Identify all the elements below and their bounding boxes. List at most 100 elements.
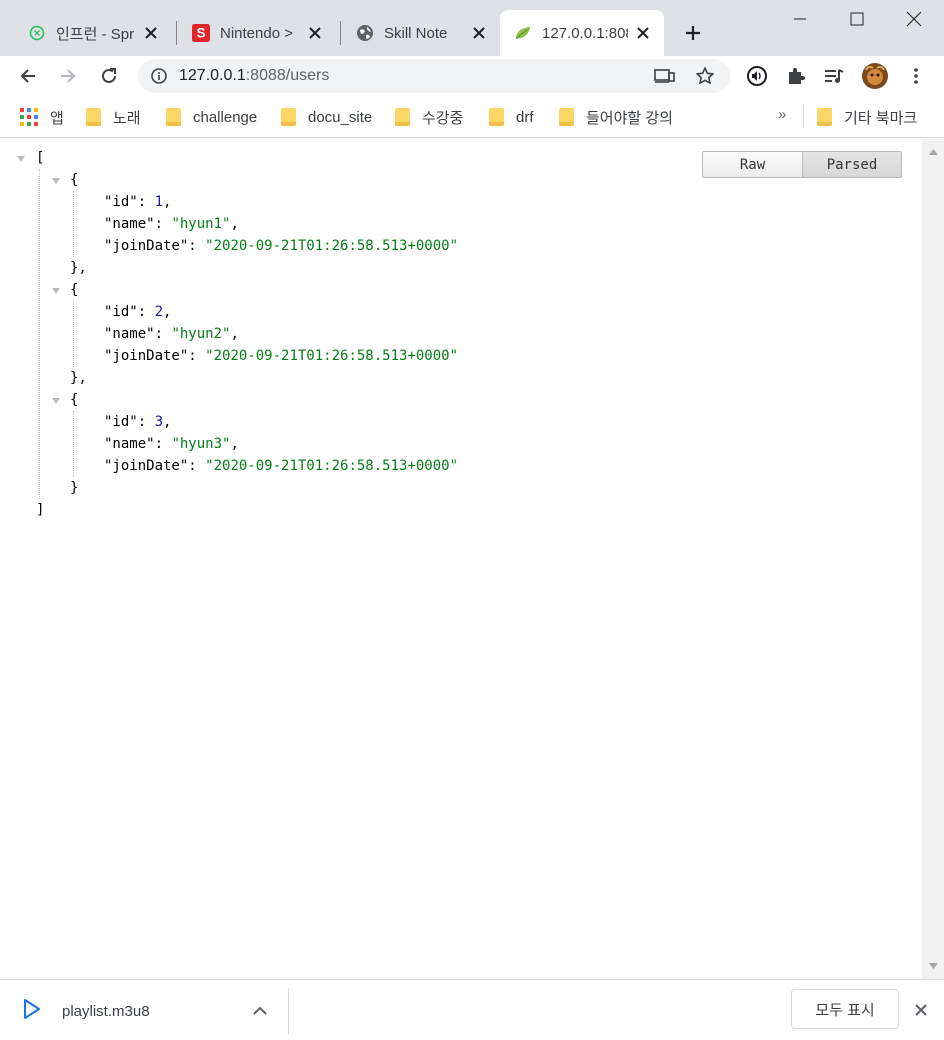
bookmark-other-bookmarks[interactable]: 기타 북마크 <box>817 106 917 128</box>
json-string: "2020-09-21T01:26:58.513+0000" <box>205 458 459 474</box>
collapse-array-icon[interactable] <box>16 154 26 164</box>
json-entry-id: "id": 3, <box>104 414 172 430</box>
url-path: :8088/users <box>245 67 330 84</box>
object-open: { <box>70 172 79 188</box>
navigation-toolbar: 127.0.0.1:8088/users <box>0 56 944 96</box>
folder-icon <box>166 108 181 126</box>
s-logo-icon: S <box>192 24 210 42</box>
tab-title: 인프런 - Spr <box>56 25 135 43</box>
reload-button[interactable] <box>94 61 124 91</box>
tab-title: 127.0.0.1:8088/users <box>542 24 628 42</box>
menu-kebab-icon[interactable] <box>901 61 931 91</box>
view-toggle: Raw Parsed <box>702 151 902 178</box>
json-string: "2020-09-21T01:26:58.513+0000" <box>205 238 459 254</box>
tab-localhost-users[interactable]: 127.0.0.1:8088/users <box>500 10 664 56</box>
url-host: 127.0.0.1 <box>179 67 246 84</box>
json-key: "joinDate" <box>104 348 189 364</box>
indent-guide <box>73 301 74 367</box>
json-entry-joindate: "joinDate": "2020-09-21T01:26:58.513+000… <box>104 348 459 364</box>
tab-separator <box>340 21 341 45</box>
forward-button[interactable] <box>53 61 83 91</box>
json-entry-id: "id": 1, <box>104 194 172 210</box>
indent-guide <box>73 411 74 477</box>
maximize-button[interactable] <box>833 0 881 38</box>
json-key: "name" <box>104 436 155 452</box>
download-bar: playlist.m3u8 모두 표시 <box>0 979 944 1040</box>
json-key: "joinDate" <box>104 238 189 254</box>
media-queue-icon[interactable] <box>819 61 849 91</box>
collapse-object-icon[interactable] <box>51 396 61 406</box>
bookmark-folder-challenge[interactable]: challenge <box>166 106 257 128</box>
bookmark-folder-docu-site[interactable]: docu_site <box>281 106 372 128</box>
play-file-icon <box>22 998 44 1020</box>
json-key: "name" <box>104 216 155 232</box>
raw-button[interactable]: Raw <box>702 151 802 178</box>
json-string: "hyun1" <box>171 216 231 232</box>
close-tab-icon[interactable] <box>470 24 488 42</box>
scroll-up-arrow-icon[interactable] <box>922 143 944 161</box>
close-download-bar-icon[interactable] <box>910 999 932 1021</box>
profile-avatar[interactable] <box>860 61 890 91</box>
folder-icon <box>559 108 574 126</box>
bookmark-label: 노래 <box>113 109 141 127</box>
bookmark-label: docu_site <box>308 108 373 126</box>
folder-icon <box>817 108 832 126</box>
indent-guide <box>39 169 40 499</box>
close-window-button[interactable] <box>890 0 938 38</box>
apps-grid-icon <box>20 108 38 126</box>
folder-icon <box>395 108 410 126</box>
svg-text:S: S <box>196 26 205 41</box>
extensions-puzzle-icon[interactable] <box>781 61 811 91</box>
url-text[interactable]: 127.0.0.1:8088/users <box>179 67 329 85</box>
json-entry-joindate: "joinDate": "2020-09-21T01:26:58.513+000… <box>104 238 459 254</box>
bookmark-folder-들어야할-강의[interactable]: 들어야할 강의 <box>559 106 673 128</box>
globe-icon <box>356 24 374 42</box>
tab-skill-note[interactable]: Skill Note <box>342 10 500 56</box>
address-bar[interactable]: 127.0.0.1:8088/users <box>138 59 730 93</box>
bookmarks-overflow-button[interactable]: » <box>778 106 786 123</box>
vertical-scrollbar[interactable] <box>922 139 944 979</box>
media-extension-icon[interactable] <box>742 61 772 91</box>
json-number: 3 <box>154 414 164 430</box>
close-tab-icon[interactable] <box>634 24 652 42</box>
inflearn-icon <box>28 24 46 42</box>
close-tab-icon[interactable] <box>142 24 160 42</box>
tab-nintendo[interactable]: S Nintendo > <box>178 10 336 56</box>
collapse-object-icon[interactable] <box>51 286 61 296</box>
bookmark-label: 들어야할 강의 <box>586 109 673 127</box>
scroll-down-arrow-icon[interactable] <box>922 957 944 975</box>
bookmark-apps[interactable]: 앱 <box>20 106 64 128</box>
json-entry-name: "name": "hyun2", <box>104 326 239 342</box>
info-icon[interactable] <box>150 67 168 85</box>
bookmark-label: 기타 북마크 <box>844 109 918 127</box>
tab-inflearn[interactable]: 인프런 - Spr <box>14 10 172 56</box>
minimize-button[interactable] <box>776 0 824 38</box>
bookmark-folder-수강중[interactable]: 수강중 <box>395 106 463 128</box>
cast-icon[interactable] <box>654 67 676 85</box>
tab-title: Skill Note <box>384 24 448 42</box>
indent-guide <box>73 191 74 257</box>
chevron-up-icon[interactable] <box>250 1000 270 1020</box>
json-string: "2020-09-21T01:26:58.513+0000" <box>205 348 459 364</box>
object-open: { <box>70 392 79 408</box>
bookmark-folder-drf[interactable]: drf <box>489 106 534 128</box>
back-button[interactable] <box>13 61 43 91</box>
close-tab-icon[interactable] <box>306 24 324 42</box>
array-close: ] <box>36 502 45 518</box>
show-all-downloads-button[interactable]: 모두 표시 <box>791 989 899 1029</box>
object-close: }, <box>70 370 87 386</box>
download-file-name[interactable]: playlist.m3u8 <box>62 1003 150 1020</box>
parsed-button[interactable]: Parsed <box>802 151 902 178</box>
collapse-object-icon[interactable] <box>51 176 61 186</box>
json-key: "id" <box>104 414 138 430</box>
object-close: }, <box>70 260 87 276</box>
bookmark-star-icon[interactable] <box>695 66 715 86</box>
json-entry-joindate: "joinDate": "2020-09-21T01:26:58.513+000… <box>104 458 459 474</box>
json-key: "id" <box>104 304 138 320</box>
json-number: 1 <box>154 194 164 210</box>
bookmark-folder-노래[interactable]: 노래 <box>86 106 141 128</box>
json-string: "hyun2" <box>171 326 231 342</box>
tab-separator <box>176 21 177 45</box>
bookmark-label: 수강중 <box>422 109 464 127</box>
new-tab-button[interactable] <box>680 20 706 46</box>
